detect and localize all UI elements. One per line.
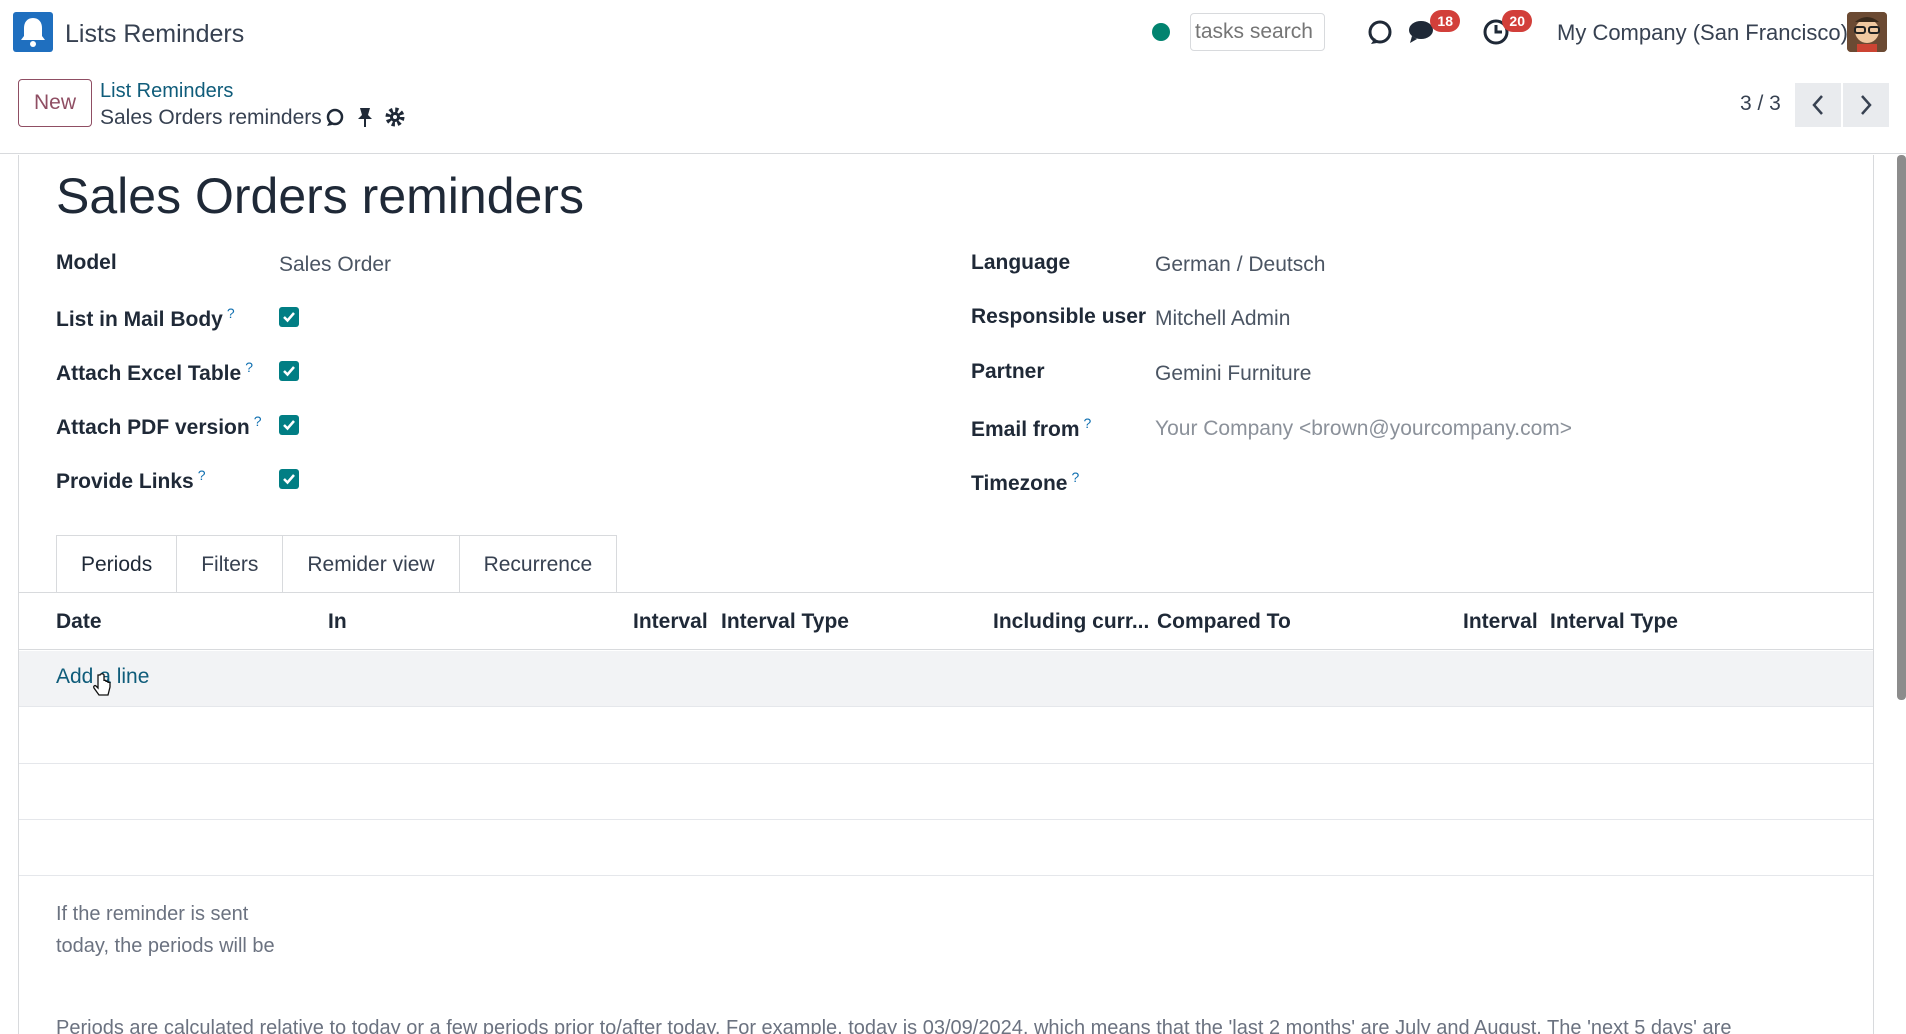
check-icon [283,366,295,377]
user-avatar[interactable] [1847,12,1887,52]
tab-periods[interactable]: Periods [56,535,178,593]
column-header-including-current[interactable]: Including curr... [993,610,1149,634]
refresh-icon[interactable] [1362,14,1398,50]
help-tooltip-icon[interactable]: ? [1084,415,1092,431]
tab-recurrence[interactable]: Recurrence [458,535,618,593]
partner-value[interactable]: Gemini Furniture [1155,362,1311,386]
responsible-user-label: Responsible user [971,305,1147,328]
language-label: Language [971,251,1071,274]
help-tooltip-icon[interactable]: ? [198,467,206,483]
activities-count-badge: 20 [1502,10,1532,32]
pin-icon[interactable] [356,106,374,133]
provide-links-checkbox[interactable] [279,469,299,489]
responsible-user-value[interactable]: Mitchell Admin [1155,307,1290,331]
check-icon [283,312,295,323]
app-title[interactable]: Lists Reminders [65,20,244,49]
table-row [19,764,1873,820]
attach-pdf-version-checkbox[interactable] [279,415,299,435]
attach-pdf-version-label: Attach PDF version? [56,413,262,439]
model-value[interactable]: Sales Order [279,253,391,277]
periods-explanation-text: Periods are calculated relative to today… [56,1017,1732,1034]
email-from-value[interactable]: Your Company <brown@yourcompany.com> [1155,417,1572,441]
periods-help-text: If the reminder is sent today, the perio… [56,903,275,957]
table-row [19,708,1873,764]
column-header-compare-interval-type[interactable]: Interval Type [1550,610,1678,634]
table-row-add: Add a line [19,651,1873,707]
notebook-tabs: Periods Filters Remider view Recurrence [56,535,618,593]
chevron-right-icon [1861,95,1872,115]
column-header-interval-type[interactable]: Interval Type [721,610,849,634]
pager-next-button[interactable] [1843,83,1889,127]
hand-cursor-icon [93,673,111,696]
language-value[interactable]: German / Deutsch [1155,253,1325,277]
pager-previous-button[interactable] [1795,83,1841,127]
record-actions [324,106,406,133]
tasks-search-input[interactable] [1190,13,1325,51]
help-tooltip-icon[interactable]: ? [254,413,262,429]
provide-links-label: Provide Links? [56,467,206,493]
model-label: Model [56,251,117,274]
company-switcher[interactable]: My Company (San Francisco) [1557,20,1848,46]
timezone-label: Timezone? [971,469,1080,495]
tab-filters[interactable]: Filters [176,535,284,593]
breadcrumb-parent-link[interactable]: List Reminders [100,80,233,103]
column-header-interval[interactable]: Interval [633,610,708,634]
column-header-date[interactable]: Date [56,610,102,634]
new-button[interactable]: New [18,79,92,127]
email-from-label: Email from? [971,415,1092,441]
list-in-mail-body-label: List in Mail Body? [56,305,235,331]
top-navbar: Lists Reminders 18 20 My Company (San Fr… [0,0,1906,66]
form-sheet: Sales Orders reminders Model Sales Order… [18,155,1874,1034]
partner-label: Partner [971,360,1045,383]
help-tooltip-icon[interactable]: ? [227,305,235,321]
gear-icon[interactable] [384,106,406,133]
breadcrumb-current: Sales Orders reminders [100,106,322,129]
page-scrollbar[interactable] [1897,155,1906,700]
check-icon [283,420,295,431]
attach-excel-table-checkbox[interactable] [279,361,299,381]
column-header-in[interactable]: In [328,610,347,634]
table-row [19,820,1873,876]
tab-remider-view[interactable]: Remider view [282,535,460,593]
help-tooltip-icon[interactable]: ? [245,359,253,375]
periods-table-header: Date In Interval Interval Type Including… [19,593,1873,650]
pager-value: 3 / 3 [1740,92,1781,115]
column-header-compare-interval[interactable]: Interval [1463,610,1538,634]
messages-count-badge: 18 [1430,10,1460,32]
record-title[interactable]: Sales Orders reminders [56,167,584,225]
app-bell-icon[interactable] [13,12,53,52]
check-icon [283,474,295,485]
control-panel: New List Reminders Sales Orders reminder… [0,66,1906,154]
messages-icon[interactable]: 18 [1406,10,1460,50]
column-header-compared-to[interactable]: Compared To [1157,610,1291,634]
list-in-mail-body-checkbox[interactable] [279,307,299,327]
refresh-icon[interactable] [324,106,346,133]
chevron-left-icon [1812,95,1823,115]
presence-status-icon [1152,23,1170,41]
activities-clock-icon[interactable]: 20 [1478,10,1532,50]
attach-excel-table-label: Attach Excel Table? [56,359,253,385]
help-tooltip-icon[interactable]: ? [1071,469,1079,485]
